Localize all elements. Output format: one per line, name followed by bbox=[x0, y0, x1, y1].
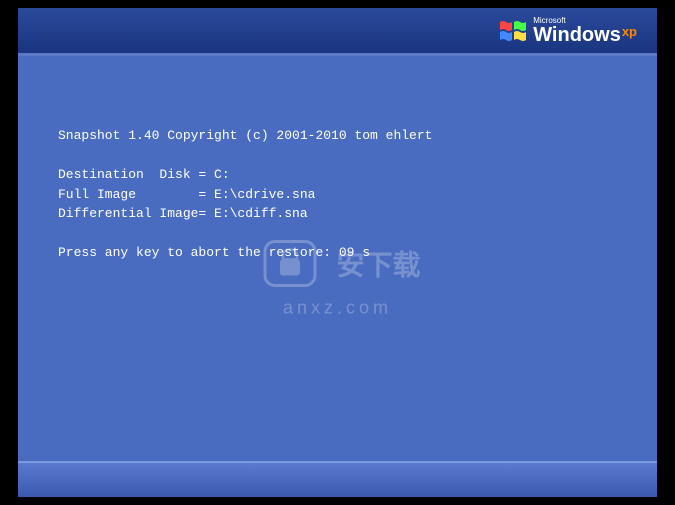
footer-bar bbox=[18, 461, 657, 497]
full-image-line: Full Image = E:\cdrive.sna bbox=[58, 187, 315, 202]
windows-label: Windowsxp bbox=[533, 25, 637, 45]
destination-line: Destination Disk = C: bbox=[58, 167, 230, 182]
diff-image-line: Differential Image= E:\cdiff.sna bbox=[58, 206, 308, 221]
console-output: Snapshot 1.40 Copyright (c) 2001-2010 to… bbox=[58, 126, 617, 263]
windows-flag-icon bbox=[499, 19, 527, 43]
watermark-text-en: anxz.com bbox=[283, 297, 392, 318]
windows-xp-logo: Microsoft Windowsxp bbox=[499, 17, 637, 45]
boot-screen: Microsoft Windowsxp Snapshot 1.40 Copyri… bbox=[18, 8, 657, 497]
console-area[interactable]: Snapshot 1.40 Copyright (c) 2001-2010 to… bbox=[18, 56, 657, 461]
copyright-line: Snapshot 1.40 Copyright (c) 2001-2010 to… bbox=[58, 128, 432, 143]
logo-text-group: Microsoft Windowsxp bbox=[533, 17, 637, 45]
xp-label: xp bbox=[622, 25, 637, 38]
header-bar: Microsoft Windowsxp bbox=[18, 8, 657, 56]
abort-prompt: Press any key to abort the restore: 09 s bbox=[58, 245, 370, 260]
